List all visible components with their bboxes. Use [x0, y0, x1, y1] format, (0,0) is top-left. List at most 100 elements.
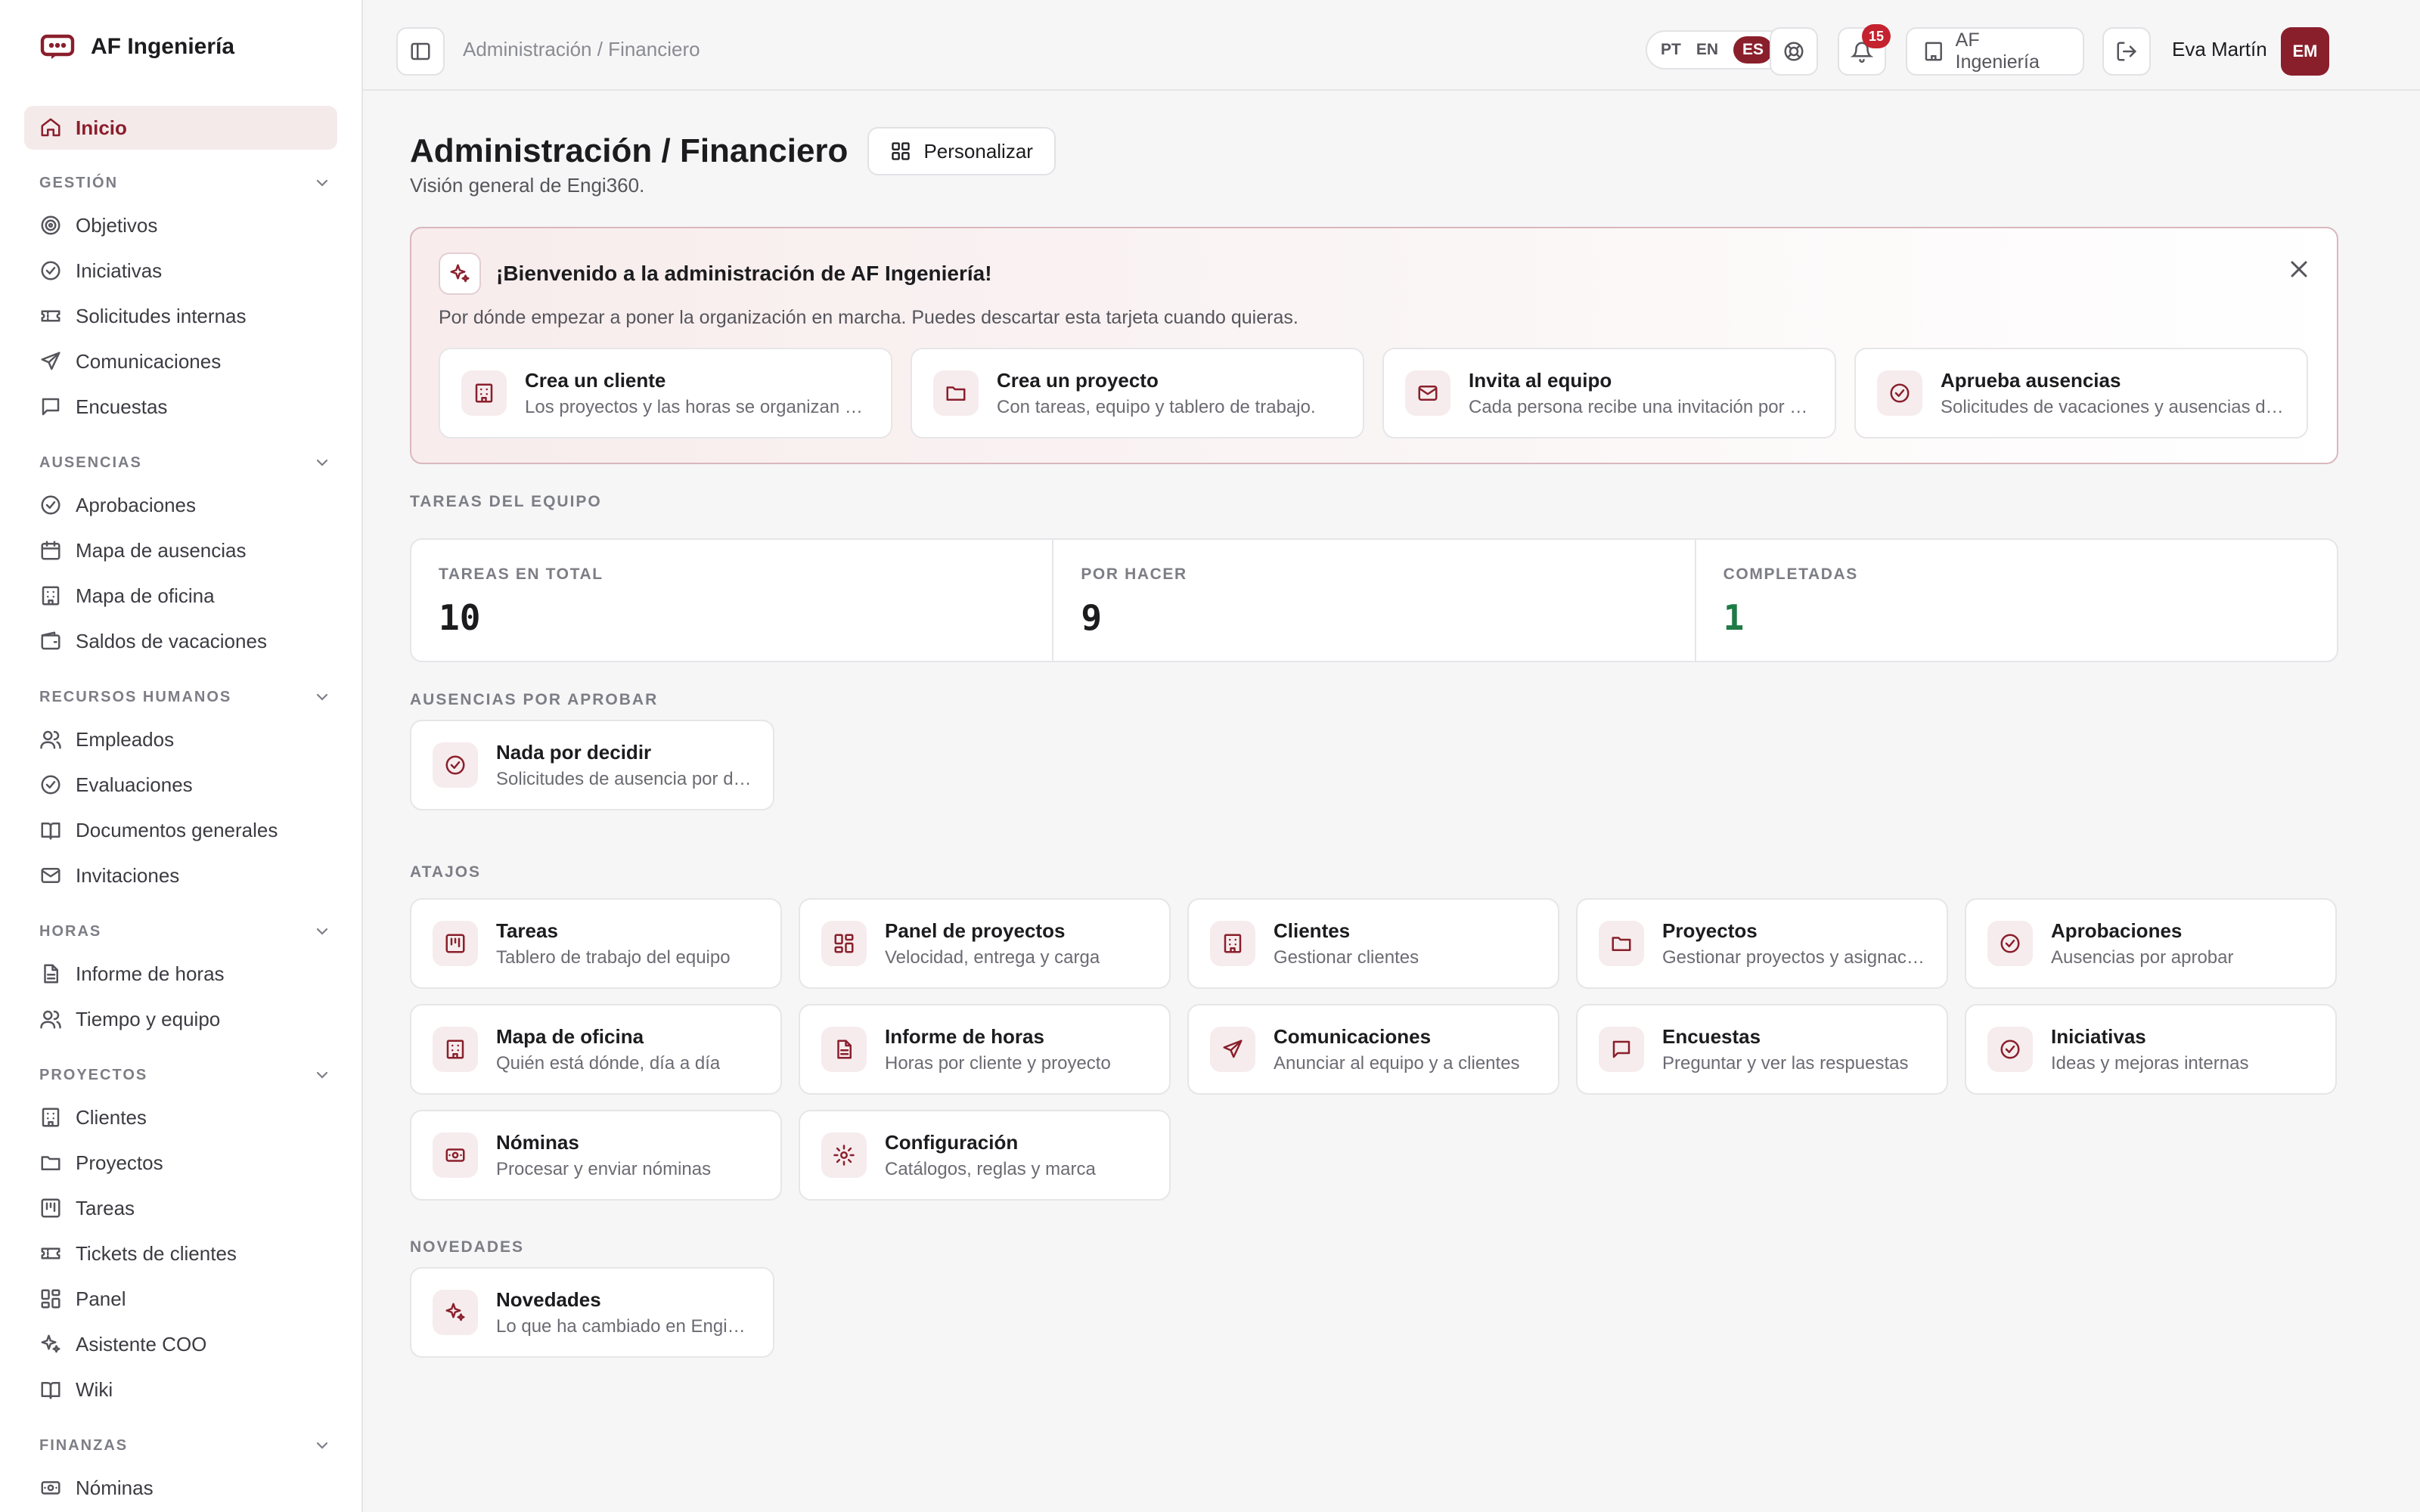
- sidebar-item-nominas[interactable]: Nóminas: [0, 1465, 361, 1510]
- sidebar-section-header[interactable]: PROYECTOS: [0, 1060, 361, 1090]
- sidebar-section-title: RECURSOS HUMANOS: [39, 688, 232, 705]
- sidebar-section-header[interactable]: GESTIÓN: [0, 168, 361, 198]
- shortcut-mapa-de-oficina[interactable]: Mapa de oficina Quién está dónde, día a d…: [410, 1004, 782, 1095]
- sidebar-item-comunicaciones[interactable]: Comunicaciones: [0, 339, 361, 384]
- sidebar-section-header[interactable]: HORAS: [0, 916, 361, 947]
- shortcut-proyectos[interactable]: Proyectos Gestionar proyectos y asignacio…: [1576, 898, 1948, 989]
- user-name: Eva Martín: [2172, 38, 2267, 60]
- lang-es[interactable]: ES: [1733, 36, 1773, 64]
- sidebar-item-iniciativas[interactable]: Iniciativas: [0, 248, 361, 293]
- shortcut-aprobaciones[interactable]: Aprobaciones Ausencias por aprobar: [1965, 898, 2337, 989]
- card-description: Catálogos, reglas y marca: [885, 1158, 1096, 1179]
- notifications-button[interactable]: 15: [1838, 24, 1891, 76]
- organization-button[interactable]: AF Ingeniería: [1906, 27, 2084, 76]
- card-title: Aprobaciones: [2051, 919, 2183, 942]
- absences-label: AUSENCIAS POR APROBAR: [410, 691, 659, 708]
- book-icon: [41, 823, 60, 840]
- building-icon: [475, 383, 493, 403]
- check-circle-icon: [41, 261, 60, 280]
- sidebar-item-wiki[interactable]: Wiki: [0, 1367, 361, 1412]
- welcome-card-crea-un-proyecto[interactable]: Crea un proyecto Con tareas, equipo y tab…: [911, 348, 1364, 438]
- message-icon: [42, 398, 60, 416]
- shortcut-informe-de-horas[interactable]: Informe de horas Horas por cliente y proy…: [799, 1004, 1171, 1095]
- sidebar-item-saldos-de-vacaciones[interactable]: Saldos de vacaciones: [0, 618, 361, 664]
- sidebar-item-panel[interactable]: Panel: [0, 1276, 361, 1321]
- sidebar-item-tickets-de-clientes[interactable]: Tickets de clientes: [0, 1231, 361, 1276]
- stat-value: 9: [1081, 597, 1103, 638]
- card-title: Invita al equipo: [1469, 368, 1612, 392]
- shortcut-iniciativas[interactable]: Iniciativas Ideas y mejoras internas: [1965, 1004, 2337, 1095]
- card-icon-box: [821, 1132, 867, 1178]
- breadcrumb: Administración / Financiero: [463, 38, 700, 60]
- shortcut-configuracion[interactable]: Configuración Catálogos, reglas y marca: [799, 1110, 1171, 1201]
- shortcut-encuestas[interactable]: Encuestas Preguntar y ver las respuestas: [1576, 1004, 1948, 1095]
- sidebar-toggle-button[interactable]: [396, 27, 445, 76]
- card-text: Aprueba ausencias Solicitudes de vacacion…: [1941, 369, 2285, 418]
- check-circle-icon: [1890, 383, 1910, 403]
- card-icon-box: [433, 742, 478, 788]
- sidebar-item-empleados[interactable]: Empleados: [0, 717, 361, 762]
- sidebar-item-home[interactable]: Inicio: [24, 106, 337, 150]
- card-icon-box: [1599, 1027, 1644, 1072]
- card-description: Ideas y mejoras internas: [2051, 1052, 2249, 1074]
- sidebar-item-solicitudes-internas[interactable]: Solicitudes internas: [0, 293, 361, 339]
- sidebar-item-evaluaciones[interactable]: Evaluaciones: [0, 762, 361, 807]
- sidebar-item-informe-de-horas[interactable]: Informe de horas: [0, 951, 361, 996]
- welcome-card-aprueba-ausencias[interactable]: Aprueba ausencias Solicitudes de vacacion…: [1854, 348, 2308, 438]
- sidebar-item-label: Tiempo y equipo: [76, 1007, 221, 1030]
- sidebar-item-proyectos[interactable]: Proyectos: [0, 1140, 361, 1185]
- sidebar-item-tareas[interactable]: Tareas: [0, 1185, 361, 1231]
- avatar[interactable]: EM: [2281, 27, 2329, 76]
- lang-en[interactable]: EN: [1696, 41, 1718, 59]
- sidebar-item-mapa-de-oficina[interactable]: Mapa de oficina: [0, 573, 361, 618]
- customize-button[interactable]: Personalizar: [867, 127, 1056, 175]
- welcome-card-crea-un-cliente[interactable]: Crea un cliente Los proyectos y las horas…: [439, 348, 892, 438]
- card-title: Aprueba ausencias: [1941, 368, 2121, 392]
- sidebar-item-tiempo-y-equipo[interactable]: Tiempo y equipo: [0, 996, 361, 1042]
- card-description: Gestionar clientes: [1274, 947, 1419, 968]
- card-icon-box: [1987, 1027, 2033, 1072]
- shortcut-tareas[interactable]: Tareas Tablero de trabajo del equipo: [410, 898, 782, 989]
- shortcut-panel-de-proyectos[interactable]: Panel de proyectos Velocidad, entrega y c…: [799, 898, 1171, 989]
- shortcut-comunicaciones[interactable]: Comunicaciones Anunciar al equipo y a cli…: [1187, 1004, 1559, 1095]
- sidebar-item-invitaciones[interactable]: Invitaciones: [0, 853, 361, 898]
- card-text: Informe de horas Horas por cliente y proy…: [885, 1025, 1111, 1074]
- news-label: NOVEDADES: [410, 1238, 525, 1256]
- sidebar-section-header[interactable]: RECURSOS HUMANOS: [0, 682, 361, 712]
- sidebar-item-encuestas[interactable]: Encuestas: [0, 384, 361, 429]
- home-icon: [41, 118, 60, 137]
- banknote-icon: [445, 1148, 465, 1162]
- logout-icon: [2117, 42, 2137, 61]
- shortcut-clientes[interactable]: Clientes Gestionar clientes: [1187, 898, 1559, 989]
- shortcut-nominas[interactable]: Nóminas Procesar y enviar nóminas: [410, 1110, 782, 1201]
- sidebar-item-mapa-de-ausencias[interactable]: Mapa de ausencias: [0, 528, 361, 573]
- help-button[interactable]: [1770, 27, 1818, 76]
- lang-pt[interactable]: PT: [1661, 41, 1681, 59]
- sidebar-item-label: Proyectos: [76, 1151, 163, 1174]
- chevron-down-icon: [316, 928, 328, 935]
- stat-value: 1: [1723, 597, 1745, 638]
- absences-card[interactable]: Nada por decidir Solicitudes de ausencia …: [410, 720, 774, 810]
- sparkles-icon: [445, 1303, 465, 1321]
- sidebar-section-header[interactable]: FINANZAS: [0, 1430, 361, 1461]
- card-title: Proyectos: [1662, 919, 1758, 942]
- news-card[interactable]: Novedades Lo que ha cambiado en Engi360.: [410, 1267, 774, 1358]
- ticket-icon: [41, 1247, 60, 1259]
- sidebar-item-asistente-coo[interactable]: Asistente COO: [0, 1321, 361, 1367]
- calendar-icon: [41, 541, 60, 560]
- users-icon: [40, 730, 61, 749]
- sidebar-item-label: Comunicaciones: [76, 349, 222, 373]
- welcome-title: ¡Bienvenido a la administración de AF In…: [496, 262, 992, 285]
- kanban-icon: [41, 1198, 60, 1218]
- sidebar-item-documentos-generales[interactable]: Documentos generales: [0, 807, 361, 853]
- sidebar-item-objetivos[interactable]: Objetivos: [0, 203, 361, 248]
- close-icon[interactable]: [2285, 256, 2313, 283]
- logout-button[interactable]: [2102, 27, 2151, 76]
- sidebar-item-clientes[interactable]: Clientes: [0, 1095, 361, 1140]
- welcome-card-invita-al-equipo[interactable]: Invita al equipo Cada persona recibe una …: [1382, 348, 1836, 438]
- brand[interactable]: AF Ingeniería: [0, 0, 361, 94]
- shortcuts-grid: Tareas Tablero de trabajo del equipo Panel…: [410, 898, 2337, 1201]
- sidebar-item-aprobaciones[interactable]: Aprobaciones: [0, 482, 361, 528]
- sidebar-item-label: Saldos de vacaciones: [76, 629, 267, 652]
- sidebar-section-header[interactable]: AUSENCIAS: [0, 448, 361, 478]
